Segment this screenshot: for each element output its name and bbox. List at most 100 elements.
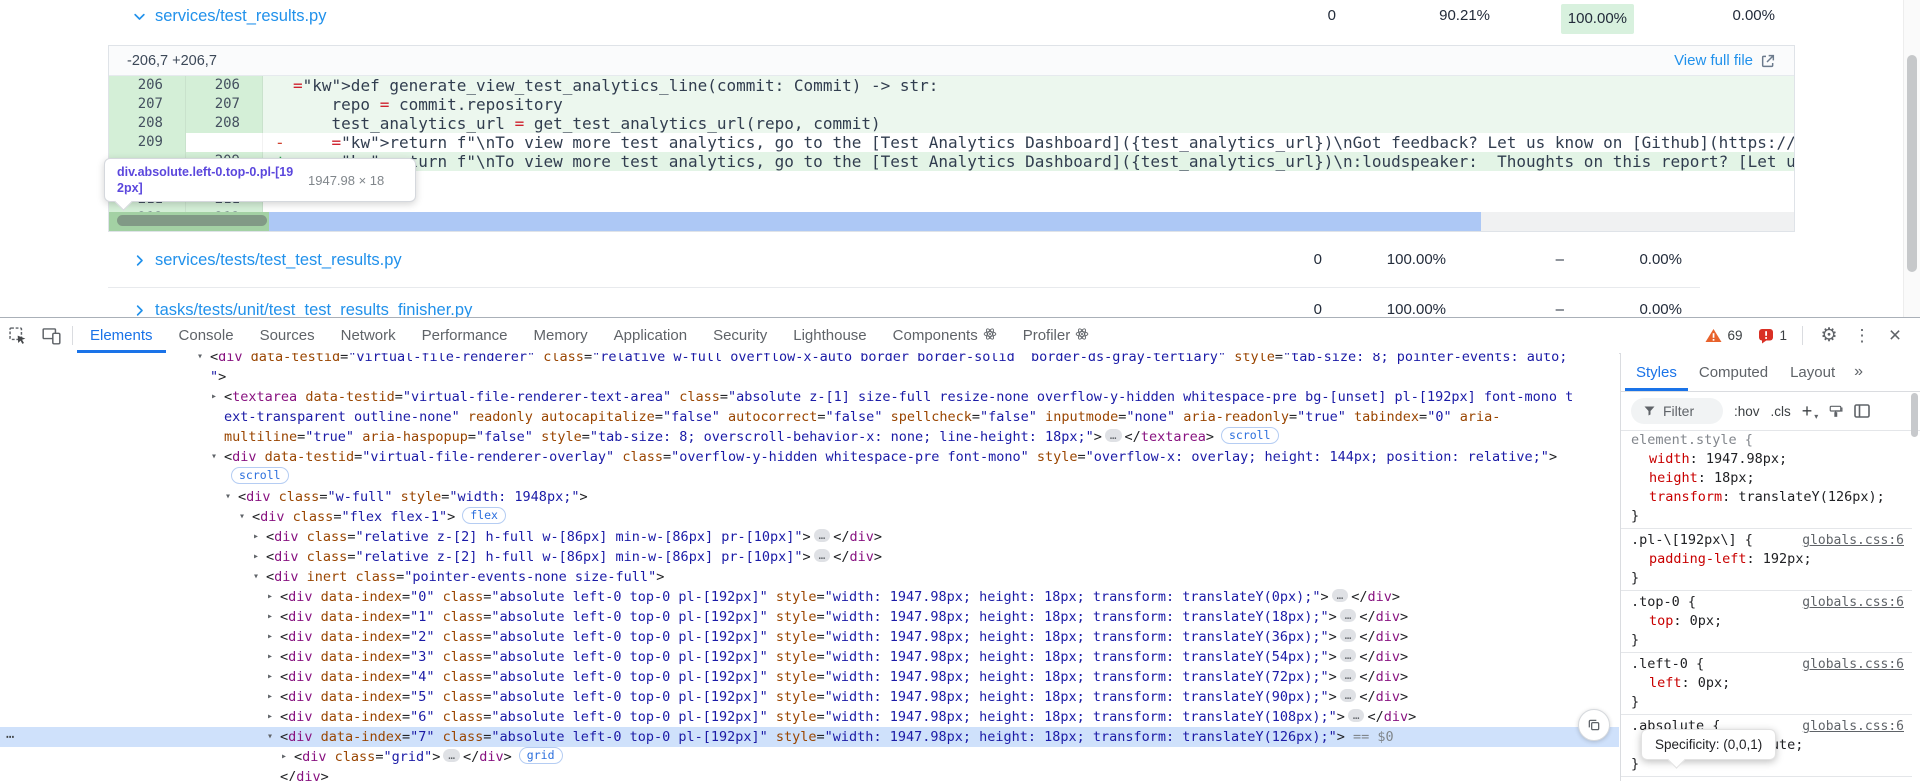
- file-link[interactable]: tasks/tests/unit/test_test_results_finis…: [155, 301, 472, 318]
- ellipsis-button[interactable]: …: [813, 529, 831, 542]
- kebab-menu-icon[interactable]: ⋮: [1850, 326, 1874, 346]
- css-rule[interactable]: .top-0 {globals.css:6 top: 0px;}: [1621, 591, 1912, 653]
- error-count[interactable]: 1: [1752, 328, 1793, 344]
- page-scrollbar[interactable]: [1903, 0, 1920, 317]
- external-link-icon[interactable]: [1760, 53, 1776, 69]
- dom-tree-node[interactable]: ▸ <div class="relative z-[2] h-full w-[86…: [0, 527, 1619, 547]
- dom-tree-node[interactable]: ext-transparent outline-none" readonly a…: [0, 407, 1619, 427]
- stylesheet-link[interactable]: globals.css:6: [1802, 655, 1904, 674]
- collapse-arrow-icon[interactable]: ▾: [197, 353, 203, 367]
- collapse-arrow-icon[interactable]: ▾: [239, 507, 245, 527]
- css-property[interactable]: left: 0px;: [1631, 674, 1904, 693]
- file-link[interactable]: services/tests/test_test_results.py: [155, 251, 402, 270]
- ellipsis-button[interactable]: …: [1347, 709, 1365, 722]
- expand-arrow-icon[interactable]: ▸: [267, 667, 273, 687]
- dom-tree-node[interactable]: multiline="true" aria-haspopup="false" s…: [0, 427, 1619, 447]
- styles-tab-styles[interactable]: Styles: [1625, 353, 1688, 391]
- css-property[interactable]: transform: translateY(126px);: [1631, 488, 1904, 507]
- inspect-element-icon[interactable]: [0, 318, 34, 353]
- close-devtools-icon[interactable]: ×: [1878, 324, 1912, 348]
- dom-tree-node[interactable]: ▸ <div data-index="0" class="absolute lef…: [0, 587, 1619, 607]
- devtools-tab-performance[interactable]: Performance: [409, 318, 521, 353]
- adorner-badge[interactable]: flex: [462, 507, 506, 524]
- more-tabs-chevron[interactable]: »: [1846, 353, 1871, 391]
- expand-arrow-icon[interactable]: ▸: [267, 707, 273, 727]
- collapse-arrow-icon[interactable]: ▾: [253, 567, 259, 587]
- devtools-tab-components[interactable]: Components: [880, 318, 1010, 353]
- styles-filter-input[interactable]: Filter: [1631, 398, 1723, 424]
- device-toolbar-icon[interactable]: [34, 318, 68, 353]
- css-rule[interactable]: *, ::before,globals.css:4: [1621, 777, 1912, 781]
- view-full-file-link[interactable]: View full file: [1674, 52, 1753, 69]
- ellipsis-button[interactable]: …: [443, 749, 460, 762]
- css-property[interactable]: width: 1947.98px;: [1631, 450, 1904, 469]
- dom-tree-node[interactable]: ▾ <div inert class="pointer-events-none s…: [0, 567, 1619, 587]
- collapse-arrow-icon[interactable]: ▾: [225, 487, 231, 507]
- expand-arrow-icon[interactable]: ▸: [281, 747, 287, 767]
- css-property[interactable]: top: 0px;: [1631, 612, 1904, 631]
- settings-gear-icon[interactable]: ⚙: [1812, 324, 1846, 347]
- adorner-badge[interactable]: grid: [518, 747, 563, 764]
- css-rule[interactable]: .left-0 {globals.css:6 left: 0px;}: [1621, 653, 1912, 715]
- file-link[interactable]: services/test_results.py: [155, 7, 326, 26]
- css-property[interactable]: padding-left: 192px;: [1631, 550, 1904, 569]
- devtools-tab-sources[interactable]: Sources: [247, 318, 328, 353]
- expand-arrow-icon[interactable]: ▸: [253, 547, 259, 567]
- styles-scrollbar-thumb[interactable]: [1911, 393, 1918, 437]
- expand-arrow-icon[interactable]: ▸: [267, 607, 273, 627]
- devtools-tab-memory[interactable]: Memory: [521, 318, 601, 353]
- ellipsis-button[interactable]: …: [813, 549, 831, 562]
- dom-tree-node[interactable]: ▸ <div data-index="5" class="absolute lef…: [0, 687, 1619, 707]
- css-property[interactable]: height: 18px;: [1631, 469, 1904, 488]
- toggle-class-button[interactable]: .cls: [1771, 404, 1791, 419]
- new-style-rule-button[interactable]: + ▾: [1802, 401, 1819, 422]
- dom-tree-node[interactable]: </div>: [0, 767, 1619, 781]
- dom-tree-node[interactable]: ▸ <textarea data-testid="virtual-file-ren…: [0, 387, 1619, 407]
- dom-tree-node[interactable]: ▾ <div class="flex flex-1"> flex: [0, 507, 1619, 527]
- ellipsis-button[interactable]: …: [1331, 589, 1349, 602]
- css-rule[interactable]: element.style {width: 1947.98px; height: …: [1621, 429, 1912, 529]
- rendering-emulation-icon[interactable]: [1828, 404, 1843, 418]
- styles-tab-layout[interactable]: Layout: [1779, 353, 1846, 391]
- file-row-expanded[interactable]: services/test_results.py: [132, 4, 326, 28]
- expand-arrow-icon[interactable]: ▸: [253, 527, 259, 547]
- collapse-arrow-icon[interactable]: ▾: [211, 447, 217, 467]
- dom-tree-node[interactable]: ▸ <div data-index="1" class="absolute lef…: [0, 607, 1619, 627]
- css-rule[interactable]: .pl-\[192px\] {globals.css:6 padding-left…: [1621, 529, 1912, 591]
- page-scrollbar-thumb[interactable]: [1907, 55, 1917, 272]
- devtools-tab-security[interactable]: Security: [700, 318, 780, 353]
- devtools-tab-application[interactable]: Application: [601, 318, 700, 353]
- scroll-into-view-button[interactable]: [1578, 709, 1610, 741]
- dom-tree-node[interactable]: ▸ <div class="relative z-[2] h-full w-[86…: [0, 547, 1619, 567]
- expand-arrow-icon[interactable]: ▸: [211, 387, 217, 407]
- devtools-tab-console[interactable]: Console: [166, 318, 247, 353]
- dom-tree-node[interactable]: ▾ <div data-testid="virtual-file-renderer…: [0, 353, 1619, 367]
- dom-tree-node[interactable]: ">: [0, 367, 1619, 387]
- styles-tab-computed[interactable]: Computed: [1688, 353, 1779, 391]
- dom-tree-node[interactable]: ▾ <div data-index="7" class="absolute lef…: [0, 727, 1619, 747]
- chevron-right-icon[interactable]: [132, 303, 147, 318]
- dom-tree-node[interactable]: ▸ <div data-index="2" class="absolute lef…: [0, 627, 1619, 647]
- stylesheet-link[interactable]: globals.css:6: [1802, 593, 1904, 612]
- devtools-tab-lighthouse[interactable]: Lighthouse: [780, 318, 879, 353]
- devtools-tab-network[interactable]: Network: [328, 318, 409, 353]
- dom-tree-node[interactable]: ▸ <div data-index="6" class="absolute lef…: [0, 707, 1619, 727]
- horizontal-scrollbar-thumb[interactable]: [117, 215, 267, 226]
- dom-tree-node[interactable]: scroll: [0, 467, 1619, 487]
- ellipsis-button[interactable]: …: [1339, 649, 1357, 662]
- ellipsis-button[interactable]: …: [1339, 689, 1357, 702]
- dom-tree-node[interactable]: ▸ <div data-index="4" class="absolute lef…: [0, 667, 1619, 687]
- stylesheet-link[interactable]: globals.css:6: [1802, 717, 1904, 736]
- dom-tree-node[interactable]: ▸ <div class="grid">… </div> grid: [0, 747, 1619, 767]
- expand-arrow-icon[interactable]: ▸: [267, 687, 273, 707]
- expand-arrow-icon[interactable]: ▸: [267, 627, 273, 647]
- file-row-collapsed[interactable]: services/tests/test_test_results.py: [132, 248, 402, 272]
- collapse-arrow-icon[interactable]: ▾: [267, 727, 273, 747]
- dom-tree-node[interactable]: ▸ <div data-index="3" class="absolute lef…: [0, 647, 1619, 667]
- chevron-right-icon[interactable]: [132, 253, 147, 268]
- stylesheet-link[interactable]: globals.css:6: [1802, 531, 1904, 550]
- file-row-collapsed[interactable]: tasks/tests/unit/test_test_results_finis…: [132, 298, 472, 317]
- dom-tree-node[interactable]: ▾ <div data-testid="virtual-file-renderer…: [0, 447, 1619, 467]
- ellipsis-button[interactable]: …: [1104, 429, 1122, 442]
- devtools-tab-elements[interactable]: Elements: [77, 318, 166, 353]
